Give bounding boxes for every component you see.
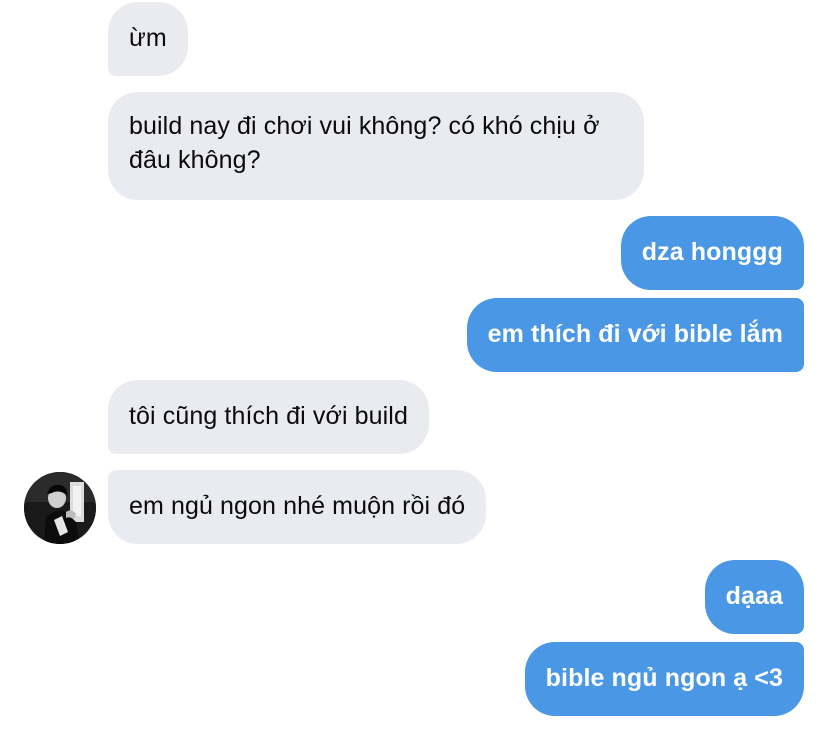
message-bubble-incoming[interactable]: ừm xyxy=(108,2,188,76)
message-bubble-outgoing[interactable]: bible ngủ ngon ạ <3 xyxy=(524,642,804,716)
message-bubble-incoming[interactable]: build nay đi chơi vui không? có khó chịu… xyxy=(108,92,644,200)
message-text: em thích đi với bible lắm xyxy=(487,320,783,348)
message-text: em ngủ ngon nhé muộn rồi đó xyxy=(129,492,466,520)
message-bubble-outgoing[interactable]: em thích đi với bible lắm xyxy=(466,298,804,372)
message-bubble-incoming[interactable]: tôi cũng thích đi với build xyxy=(108,380,429,454)
message-bubble-outgoing[interactable]: dza honggg xyxy=(620,216,804,290)
message-text: bible ngủ ngon ạ <3 xyxy=(545,664,783,692)
message-text: build nay đi chơi vui không? có khó chịu… xyxy=(129,112,600,174)
message-text: tôi cũng thích đi với build xyxy=(129,402,408,430)
message-text: dạaa xyxy=(725,582,783,610)
contact-avatar[interactable] xyxy=(24,472,96,544)
message-text: dza honggg xyxy=(641,238,783,266)
message-text: ừm xyxy=(129,24,167,52)
message-bubble-incoming[interactable]: em ngủ ngon nhé muộn rồi đó xyxy=(108,470,487,544)
contact-avatar-photo-icon xyxy=(24,472,96,544)
message-bubble-outgoing[interactable]: dạaa xyxy=(704,560,804,634)
